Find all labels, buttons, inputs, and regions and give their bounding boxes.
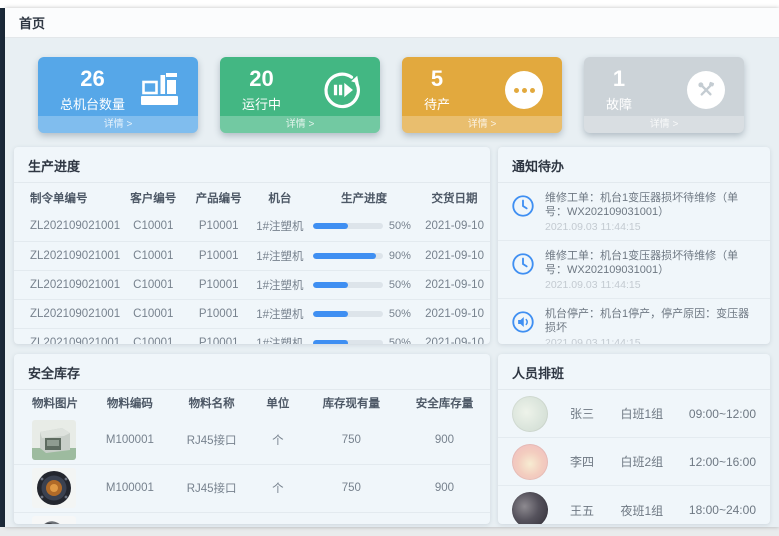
list-item[interactable]: 维修工单：机台1变压器损坏待维修（单号：WX202109031001） 2021… bbox=[498, 241, 770, 299]
table-row: M100001 RJ45接口 个 750 900 bbox=[14, 512, 490, 524]
repair-tools-icon bbox=[686, 70, 726, 110]
table-row: ZL202109021001 C10001 P10001 1#注塑机 90% 2… bbox=[14, 241, 490, 270]
col-header-product: 产品编号 bbox=[186, 183, 251, 212]
fault-value: 1 bbox=[606, 67, 632, 91]
card-total-machines[interactable]: 26 总机台数量 详情 bbox=[38, 57, 198, 133]
running-detail-link[interactable]: 详情 > bbox=[220, 116, 380, 133]
card-pending[interactable]: 5 待产 详情 > bbox=[402, 57, 562, 133]
stat-cards-row: 26 总机台数量 详情 bbox=[14, 38, 770, 133]
employee-name: 王五 bbox=[570, 502, 621, 519]
tab-bar: 首页 bbox=[5, 8, 779, 38]
col-header-current-stock: 库存现有量 bbox=[304, 390, 399, 416]
personnel-schedule-title: 人员排班 bbox=[498, 354, 770, 390]
speaker-driver-photo bbox=[32, 516, 76, 524]
notification-timestamp: 2021.09.03 11:44:15 bbox=[545, 337, 758, 344]
notification-timestamp: 2021.09.03 11:44:15 bbox=[545, 221, 758, 233]
tab-home[interactable]: 首页 bbox=[19, 13, 45, 32]
pending-value: 5 bbox=[424, 67, 450, 91]
avatar bbox=[512, 492, 548, 524]
total-machines-label: 总机台数量 bbox=[60, 94, 125, 113]
col-header-customer: 客户编号 bbox=[120, 183, 186, 212]
shift-time: 09:00~12:00 bbox=[689, 407, 756, 421]
list-item: 李四 白班2组 12:00~16:00 bbox=[498, 438, 770, 486]
fault-detail-link[interactable]: 详情 > bbox=[584, 116, 744, 133]
list-item[interactable]: 机台停产：机台1停产，停产原因：变压器损坏 2021.09.03 11:44:1… bbox=[498, 299, 770, 344]
shift-label: 夜班1组 bbox=[621, 502, 689, 519]
avatar bbox=[512, 444, 548, 480]
round-speaker-photo bbox=[32, 468, 76, 508]
shift-label: 白班1组 bbox=[621, 405, 689, 422]
shift-label: 白班2组 bbox=[621, 453, 689, 470]
running-value: 20 bbox=[242, 67, 281, 91]
total-machines-detail-link[interactable]: 详情 > bbox=[38, 116, 198, 133]
progress-bar bbox=[313, 223, 383, 229]
table-row: ZL202109021001 C10001 P10001 1#注塑机 50% 2… bbox=[14, 212, 490, 241]
table-row: M100001 RJ45接口 个 750 900 bbox=[14, 464, 490, 512]
progress-bar bbox=[313, 253, 383, 259]
speaker-icon bbox=[510, 309, 536, 335]
notification-timestamp: 2021.09.03 11:44:15 bbox=[545, 279, 758, 291]
notifications-panel: 通知待办 维修工单：机台1变压器损坏待维修（单号：WX202109031001）… bbox=[498, 147, 770, 344]
content-area: 26 总机台数量 详情 bbox=[5, 38, 779, 524]
running-icon bbox=[322, 70, 362, 110]
panel-grid: 生产进度 制令单编号 客户编号 产品编号 机台 生产进度 交货日期 bbox=[14, 147, 770, 524]
table-row: ZL202109021001 C10001 P10001 1#注塑机 50% 2… bbox=[14, 299, 490, 328]
col-header-material-name: 物料名称 bbox=[171, 390, 252, 416]
list-item: 张三 白班1组 09:00~12:00 bbox=[498, 390, 770, 438]
fault-label: 故障 bbox=[606, 94, 632, 113]
notifications-title: 通知待办 bbox=[498, 147, 770, 183]
running-label: 运行中 bbox=[242, 94, 281, 113]
progress-bar bbox=[313, 282, 383, 288]
personnel-schedule-panel: 人员排班 张三 白班1组 09:00~12:00 李四 白班2组 12:00~1… bbox=[498, 354, 770, 524]
production-progress-title: 生产进度 bbox=[14, 147, 490, 183]
clock-icon bbox=[510, 251, 536, 277]
avatar bbox=[512, 396, 548, 432]
col-header-date: 交货日期 bbox=[419, 183, 490, 212]
clock-icon bbox=[510, 193, 536, 219]
main-window: 首页 26 总机台数量 bbox=[5, 8, 779, 527]
pending-label: 待产 bbox=[424, 94, 450, 113]
safety-stock-panel: 安全库存 物料图片 物料编码 物料名称 单位 库存现有量 安全库存量 bbox=[14, 354, 490, 524]
employee-name: 李四 bbox=[570, 453, 621, 470]
shift-time: 18:00~24:00 bbox=[689, 503, 756, 517]
production-progress-table: 制令单编号 客户编号 产品编号 机台 生产进度 交货日期 ZL202109021… bbox=[14, 183, 490, 344]
col-header-order: 制令单编号 bbox=[14, 183, 120, 212]
bottom-strip bbox=[0, 527, 779, 536]
col-header-progress: 生产进度 bbox=[309, 183, 419, 212]
table-row: ZL202109021001 C10001 P10001 1#注塑机 50% 2… bbox=[14, 328, 490, 344]
card-fault[interactable]: 1 故障 bbox=[584, 57, 744, 133]
col-header-material-image: 物料图片 bbox=[14, 390, 89, 416]
col-header-safety-stock: 安全库存量 bbox=[399, 390, 490, 416]
employee-name: 张三 bbox=[570, 405, 621, 422]
shift-time: 12:00~16:00 bbox=[689, 455, 756, 469]
dashboard-page: 首页 26 总机台数量 bbox=[0, 0, 779, 536]
ellipsis-icon bbox=[504, 70, 544, 110]
rj45-connector-photo bbox=[32, 420, 76, 460]
safety-stock-table: 物料图片 物料编码 物料名称 单位 库存现有量 安全库存量 bbox=[14, 390, 490, 524]
list-item[interactable]: 维修工单：机台1变压器损坏待维修（单号：WX202109031001） 2021… bbox=[498, 183, 770, 241]
total-machines-value: 26 bbox=[60, 67, 125, 91]
list-item: 王五 夜班1组 18:00~24:00 bbox=[498, 486, 770, 524]
table-row: ZL202109021001 C10001 P10001 1#注塑机 50% 2… bbox=[14, 270, 490, 299]
progress-bar bbox=[313, 311, 383, 317]
card-running[interactable]: 20 运行中 详情 > bbox=[220, 57, 380, 133]
table-row: M100001 RJ45接口 个 750 900 bbox=[14, 416, 490, 464]
production-progress-panel: 生产进度 制令单编号 客户编号 产品编号 机台 生产进度 交货日期 bbox=[14, 147, 490, 344]
col-header-material-code: 物料编码 bbox=[89, 390, 172, 416]
col-header-unit: 单位 bbox=[252, 390, 304, 416]
pending-detail-link[interactable]: 详情 > bbox=[402, 116, 562, 133]
safety-stock-title: 安全库存 bbox=[14, 354, 490, 390]
progress-bar bbox=[313, 340, 383, 344]
machine-icon bbox=[140, 70, 180, 110]
col-header-machine: 机台 bbox=[251, 183, 309, 212]
